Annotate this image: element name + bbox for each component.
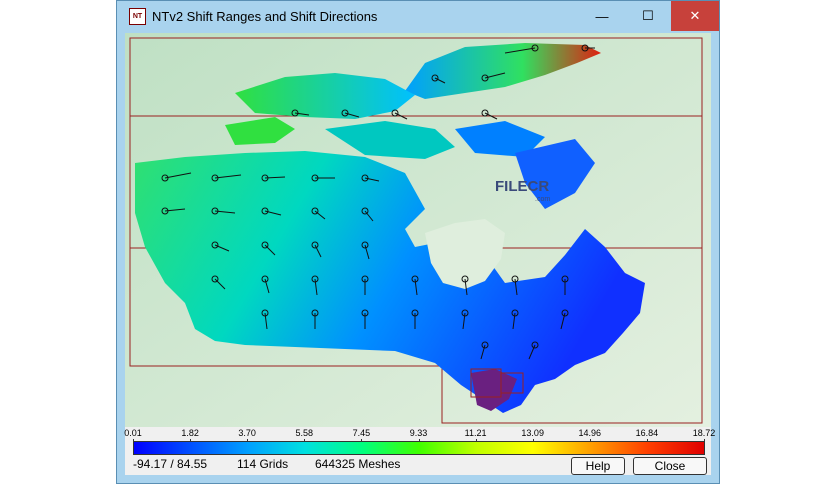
maximize-button[interactable]: ☐	[625, 1, 671, 31]
legend-tick-mark	[190, 439, 192, 442]
legend-tick-label: 7.45	[352, 428, 371, 438]
legend-tick-label: 18.72	[692, 428, 716, 438]
maximize-icon: ☐	[642, 8, 654, 23]
legend-tick-label: 13.09	[521, 428, 544, 438]
legend-tick-label: 1.82	[181, 428, 199, 438]
legend-tick-mark	[704, 439, 705, 442]
legend-tick-mark	[247, 439, 249, 442]
legend-tick-mark	[532, 439, 534, 442]
legend-tick-mark	[475, 439, 477, 442]
title-bar[interactable]: NT NTv2 Shift Ranges and Shift Direction…	[117, 1, 719, 33]
legend-tick-label: 3.70	[238, 428, 256, 438]
app-logo-icon[interactable]: NT	[129, 8, 146, 25]
legend-tick-label: 0.01	[124, 428, 142, 438]
watermark-sub: .com	[535, 196, 550, 203]
legend-tick-mark	[133, 439, 134, 442]
close-window-button[interactable]: ✕	[671, 1, 719, 31]
window-title: NTv2 Shift Ranges and Shift Directions	[152, 9, 378, 24]
color-legend-bar	[133, 441, 705, 455]
app-window: NT NTv2 Shift Ranges and Shift Direction…	[116, 0, 720, 484]
legend-tick-label: 5.58	[295, 428, 314, 438]
help-button[interactable]: Help	[571, 457, 625, 475]
close-icon: ✕	[689, 8, 701, 23]
client-area: FILECR .com 0.01 1.82 3.70 5.58 7.45 9.33 11.2…	[124, 33, 715, 475]
color-legend-gradient	[134, 442, 704, 454]
legend-tick-label: 9.33	[409, 428, 428, 438]
minimize-icon: —	[595, 8, 609, 24]
legend-tick-mark	[304, 439, 306, 442]
grid-count: 114 Grids	[237, 457, 289, 471]
legend-tick-label: 16.84	[635, 428, 659, 438]
legend-tick-label: 11.21	[464, 428, 487, 438]
legend-tick-label: 14.96	[578, 428, 602, 438]
map-canvas[interactable]: FILECR .com	[125, 33, 711, 427]
shift-map[interactable]: FILECR .com	[125, 33, 711, 427]
coordinate-readout: -94.17 / 84.55	[133, 457, 208, 471]
watermark-text: FILECR	[495, 178, 549, 195]
legend-tick-mark	[418, 439, 420, 442]
legend-tick-mark	[361, 439, 363, 442]
legend-tick-mark	[589, 439, 591, 442]
legend-tick-mark	[646, 439, 648, 442]
close-button[interactable]: Close	[633, 457, 707, 475]
minimize-button[interactable]: —	[579, 1, 625, 31]
mesh-count: 644325 Meshes	[315, 457, 401, 471]
